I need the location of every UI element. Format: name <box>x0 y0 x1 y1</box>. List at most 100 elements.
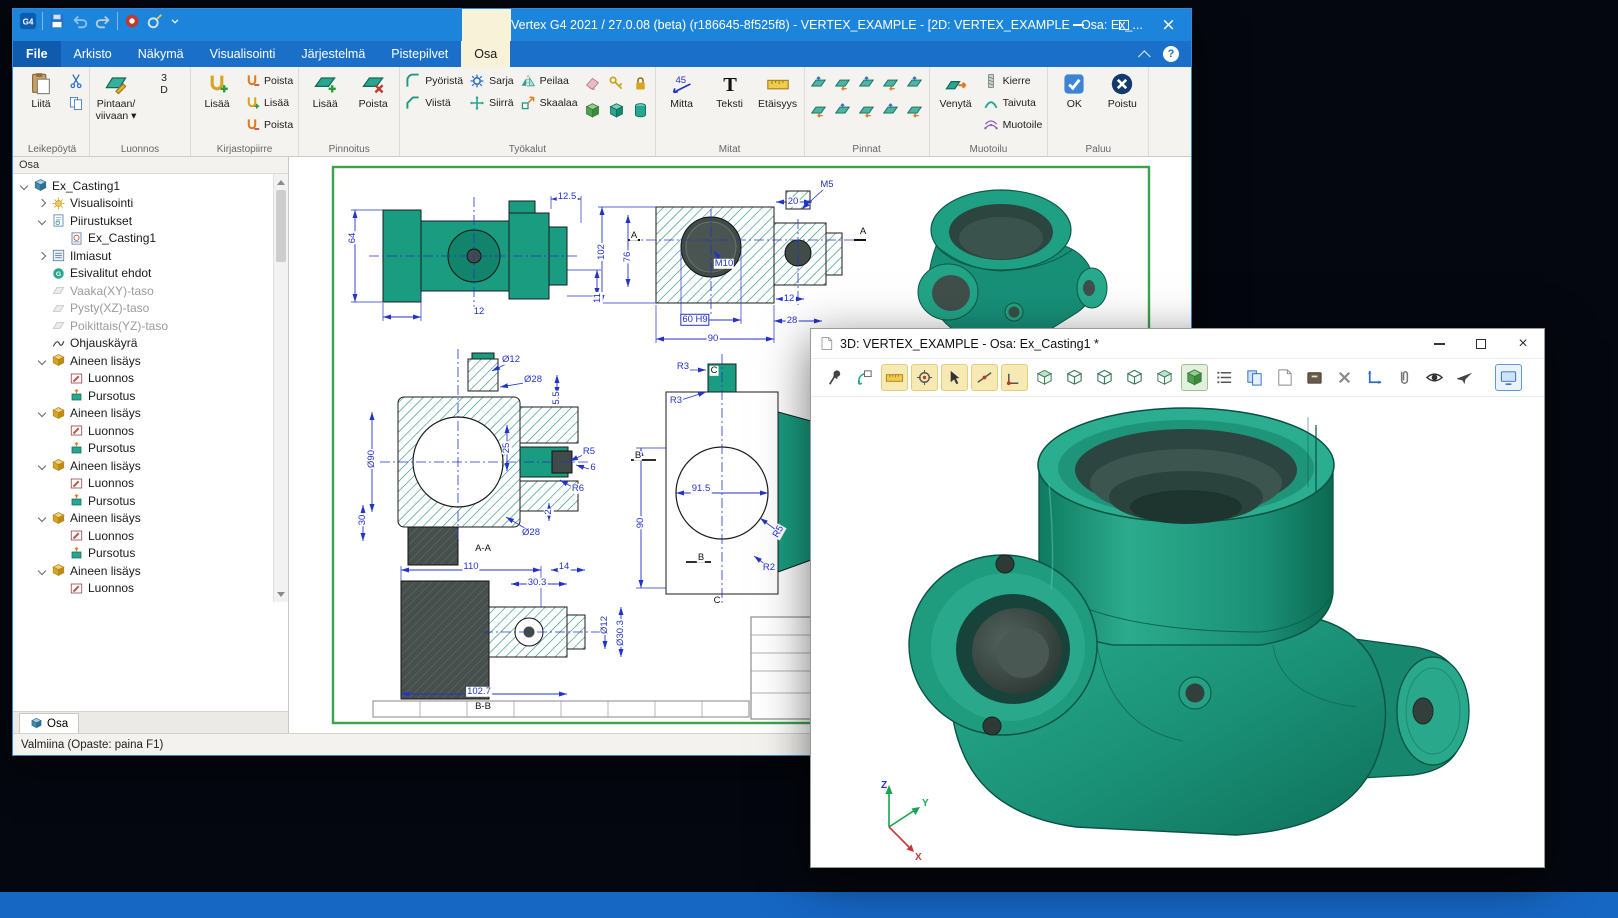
tree-item-ex-casting1[interactable]: Ex_Casting1 <box>13 177 274 195</box>
surface-tool-icon[interactable] <box>832 73 854 94</box>
ribbon-tab-arkisto[interactable]: Arkisto <box>61 41 125 67</box>
coating-add-button[interactable]: Lisää <box>302 69 348 113</box>
ribbon-collapse-icon[interactable] <box>1138 50 1151 63</box>
tree-item-luonnos[interactable]: Luonnos <box>13 422 274 440</box>
fly-mode-icon[interactable] <box>1451 364 1478 391</box>
ribbon-tab-pistepilvet[interactable]: Pistepilvet <box>378 41 461 67</box>
tree-item-piirustukset[interactable]: Piirustukset <box>13 212 274 230</box>
tree-item-pysty-xz-taso[interactable]: Pysty(XZ)-taso <box>13 300 274 318</box>
sketch-on-face-button[interactable]: Pintaan/ viivaan ▾ <box>93 69 139 125</box>
surface-tool-icon[interactable] <box>808 73 830 94</box>
select-cursor-icon[interactable] <box>941 364 968 391</box>
chamfer-button[interactable]: Viistä <box>403 94 465 112</box>
customize-button[interactable] <box>146 12 164 30</box>
tree-item-luonnos[interactable]: Luonnos <box>13 475 274 493</box>
sketch-3d-button[interactable]: 3 D <box>141 69 187 99</box>
paste-button[interactable]: Liitä <box>18 69 64 113</box>
screen-icon[interactable] <box>1495 364 1522 391</box>
chevron-right-icon[interactable] <box>37 251 47 261</box>
chevron-right-icon[interactable] <box>37 198 47 208</box>
vertex-tools-button[interactable] <box>123 12 141 30</box>
move-button[interactable]: Siirrä <box>467 94 516 112</box>
stretch-button[interactable]: Venytä <box>933 69 979 113</box>
feature-list-icon[interactable] <box>1211 364 1238 391</box>
ribbon-tab-osa[interactable]: Osa <box>461 41 510 67</box>
scrollbar-thumb[interactable] <box>276 190 286 262</box>
key-tool-icon[interactable] <box>606 73 628 94</box>
surface-tool-icon[interactable] <box>904 73 926 94</box>
surface-tool-icon[interactable] <box>808 100 830 121</box>
library-feature-remove-small-button[interactable]: Poista <box>242 116 295 134</box>
ribbon-tab-j-rjestelm[interactable]: Järjestelmä <box>288 41 378 67</box>
tree-item-luonnos[interactable]: Luonnos <box>13 580 274 598</box>
ribbon-tab-file[interactable]: File <box>13 41 61 67</box>
snap-edge-icon[interactable] <box>971 364 998 391</box>
cylinder-tool-icon[interactable] <box>630 100 652 121</box>
distance-button[interactable]: Etäisyys <box>755 69 801 113</box>
tree-item-pursotus[interactable]: Pursotus <box>13 545 274 563</box>
view-hidden-removed-icon[interactable] <box>1121 364 1148 391</box>
tree-item-visualisointi[interactable]: Visualisointi <box>13 195 274 213</box>
erase-tool-icon[interactable] <box>582 73 604 94</box>
axes-icon[interactable] <box>1361 364 1388 391</box>
dimension-button[interactable]: 45Mitta <box>659 69 705 113</box>
view-hidden-lines-icon[interactable] <box>1091 364 1118 391</box>
tree-item-aineen-lis-ys[interactable]: Aineen lisäys <box>13 562 274 580</box>
tree-item-aineen-lis-ys[interactable]: Aineen lisäys <box>13 510 274 528</box>
scroll-up-icon[interactable] <box>274 174 288 189</box>
tree-item-ohjausk-yr[interactable]: Ohjauskäyrä <box>13 335 274 353</box>
tree-item-poikittais-yz-taso[interactable]: Poikittais(YZ)-taso <box>13 317 274 335</box>
surface-tool-icon[interactable] <box>904 100 926 121</box>
g4-logo-icon[interactable]: G4 <box>19 12 37 30</box>
surface-tool-icon[interactable] <box>856 100 878 121</box>
tree-item-aineen-lis-ys[interactable]: Aineen lisäys <box>13 457 274 475</box>
ribbon-tab-n-kym[interactable]: Näkymä <box>125 41 197 67</box>
3d-minimize-button[interactable] <box>1418 329 1460 359</box>
surface-tool-icon[interactable] <box>856 73 878 94</box>
scroll-down-icon[interactable] <box>274 587 288 602</box>
tree-item-luonnos[interactable]: Luonnos <box>13 527 274 545</box>
3d-viewport[interactable]: Z Y X <box>811 397 1544 866</box>
visibility-icon[interactable] <box>1421 364 1448 391</box>
new-view-icon[interactable] <box>1271 364 1298 391</box>
body-tool-icon[interactable] <box>606 100 628 121</box>
view-shaded-icon[interactable] <box>1031 364 1058 391</box>
tree-item-ilmiasut[interactable]: Ilmiasut <box>13 247 274 265</box>
redo-button[interactable] <box>94 12 112 30</box>
save-button[interactable] <box>48 12 66 30</box>
chevron-down-icon[interactable] <box>37 216 47 226</box>
maximize-button[interactable] <box>1101 9 1146 41</box>
form-button[interactable]: Muotoile <box>981 116 1045 134</box>
snap-point-icon[interactable] <box>911 364 938 391</box>
surface-tool-icon[interactable] <box>880 73 902 94</box>
minimize-button[interactable] <box>1056 9 1101 41</box>
coating-remove-button[interactable]: Poista <box>350 69 396 113</box>
ribbon-tab-visualisointi[interactable]: Visualisointi <box>197 41 289 67</box>
tree-item-esivalitut-ehdot[interactable]: GEsivalitut ehdot <box>13 265 274 283</box>
chevron-down-icon[interactable] <box>37 566 47 576</box>
tree-item-aineen-lis-ys[interactable]: Aineen lisäys <box>13 405 274 423</box>
library-feature-add-button[interactable]: Lisää <box>194 69 240 113</box>
close-button[interactable]: × <box>1146 9 1191 41</box>
archive-icon[interactable] <box>1301 364 1328 391</box>
surface-tool-icon[interactable] <box>880 100 902 121</box>
chevron-down-icon[interactable] <box>37 356 47 366</box>
thread-button[interactable]: Kierre <box>981 72 1045 90</box>
pin-icon[interactable] <box>821 364 848 391</box>
help-icon[interactable]: ? <box>1163 46 1179 62</box>
3d-close-button[interactable]: × <box>1502 329 1544 359</box>
text-button[interactable]: TTeksti <box>707 69 753 113</box>
ok-button[interactable]: OK <box>1051 69 1097 113</box>
attach-icon[interactable] <box>1391 364 1418 391</box>
copy-view-icon[interactable] <box>1241 364 1268 391</box>
snap-corner-icon[interactable] <box>1001 364 1028 391</box>
view-shaded-edges-icon[interactable] <box>1151 364 1178 391</box>
lock-tool-icon[interactable] <box>630 73 652 94</box>
tree-item-pursotus[interactable]: Pursotus <box>13 492 274 510</box>
tree-item-vaaka-xy-taso[interactable]: Vaaka(XY)-taso <box>13 282 274 300</box>
solid-tool-icon[interactable] <box>582 100 604 121</box>
delete-icon[interactable] <box>1331 364 1358 391</box>
chevron-down-icon[interactable] <box>37 408 47 418</box>
chevron-down-icon[interactable] <box>37 461 47 471</box>
orbit-icon[interactable] <box>851 364 878 391</box>
